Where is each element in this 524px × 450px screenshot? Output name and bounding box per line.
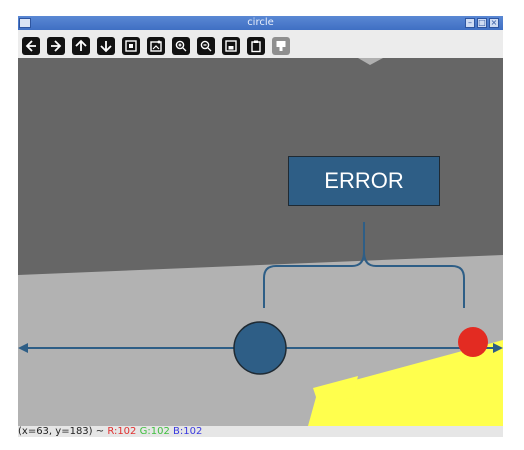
image-icon[interactable] (122, 37, 140, 55)
status-coords: (x=63, y=183) ~ (18, 426, 105, 437)
status-r: R:102 (107, 426, 137, 437)
properties-icon[interactable] (272, 37, 290, 55)
minimize-button[interactable]: – (465, 18, 475, 28)
image-viewer-window: circle – □ × (x=63, y=183) ~ R:102 G:102… (18, 16, 503, 437)
toolbar (18, 30, 503, 58)
status-bar: (x=63, y=183) ~ R:102 G:102 B:102 (18, 426, 503, 437)
arrow-right-icon[interactable] (47, 37, 65, 55)
error-label: ERROR (288, 156, 440, 206)
save-icon[interactable] (222, 37, 240, 55)
arrow-down-icon[interactable] (97, 37, 115, 55)
arrow-left-icon[interactable] (22, 37, 40, 55)
arrow-up-icon[interactable] (72, 37, 90, 55)
maximize-button[interactable]: □ (477, 18, 487, 28)
image-fit-icon[interactable] (147, 37, 165, 55)
scene-image (18, 58, 503, 426)
zoom-out-icon[interactable] (197, 37, 215, 55)
clipboard-icon[interactable] (247, 37, 265, 55)
status-b: B:102 (173, 426, 203, 437)
status-g: G:102 (139, 426, 170, 437)
close-button[interactable]: × (489, 18, 499, 28)
zoom-in-icon[interactable] (172, 37, 190, 55)
image-canvas[interactable] (18, 58, 503, 426)
title-bar[interactable]: circle – □ × (18, 16, 503, 30)
window-title: circle (247, 17, 274, 28)
